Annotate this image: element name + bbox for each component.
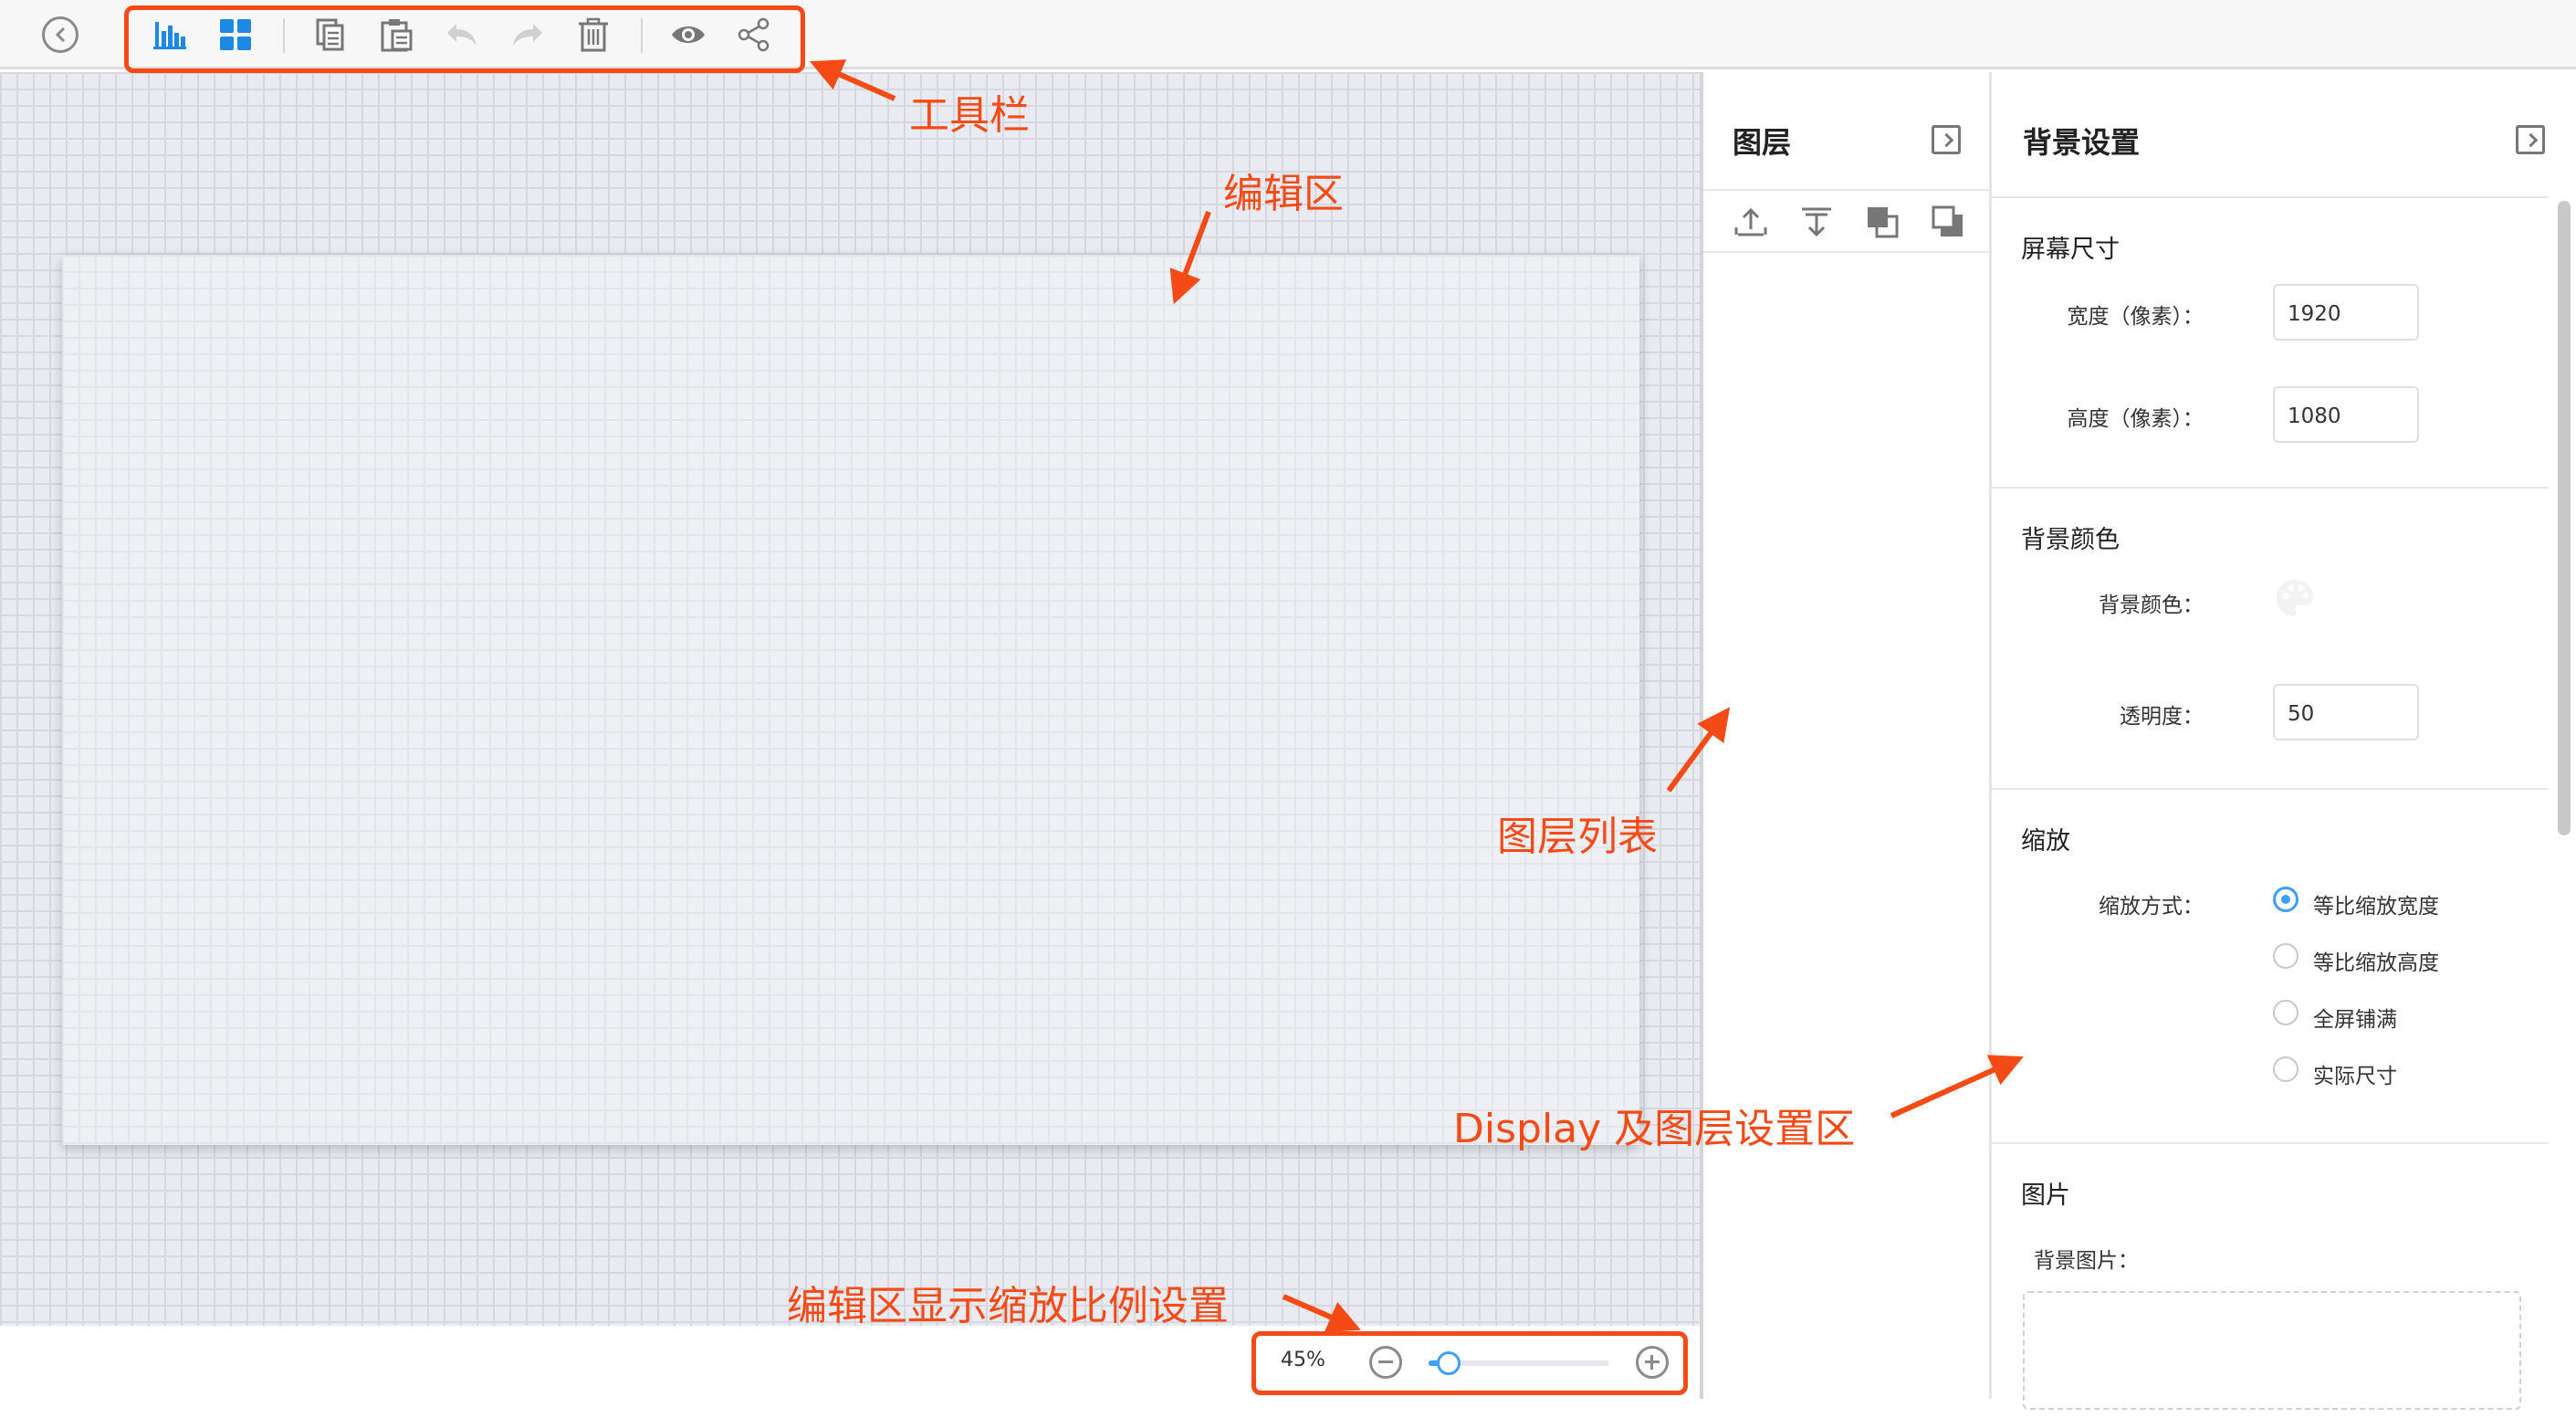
- radio-label: 全屏铺满: [2313, 1008, 2397, 1032]
- radio-fullscreen[interactable]: [2273, 1000, 2299, 1025]
- opacity-field[interactable]: 50: [2273, 684, 2419, 741]
- annotation-layer-list-label: 图层列表: [1497, 814, 1658, 860]
- section-title: 背景颜色: [2021, 526, 2120, 554]
- color-picker-icon[interactable]: [2273, 576, 2317, 620]
- annotation-zoom-setting-label: 编辑区显示缩放比例设置: [787, 1283, 1229, 1329]
- collapse-icon[interactable]: [1932, 125, 1961, 154]
- radio-actual-size[interactable]: [2273, 1056, 2299, 1082]
- radio-label: 等比缩放高度: [2313, 951, 2439, 975]
- annotation-editor-label: 编辑区: [1223, 171, 1344, 217]
- editor-area[interactable]: [0, 72, 1700, 1326]
- height-field[interactable]: 1080: [2273, 386, 2419, 443]
- radio-label: 实际尺寸: [2313, 1065, 2397, 1088]
- collapse-icon[interactable]: [2516, 125, 2545, 154]
- scale-mode-label: 缩放方式：: [2099, 895, 2204, 919]
- move-down-icon[interactable]: [1798, 204, 1835, 240]
- background-color-section: 背景颜色 背景颜色： 透明度： 50: [1992, 488, 2549, 790]
- background-image-label: 背景图片：: [2034, 1249, 2139, 1273]
- settings-scrollbar[interactable]: [2558, 201, 2571, 835]
- layers-panel-title: 图层: [1733, 125, 1792, 160]
- annotation-toolbar-label: 工具栏: [909, 92, 1030, 139]
- height-label: 高度（像素）：: [2067, 407, 2204, 431]
- radio-scale-height[interactable]: [2273, 943, 2299, 969]
- settings-panel: 背景设置 屏幕尺寸 宽度（像素）： 1920 高度（像素）： 1080 背景颜色…: [1992, 72, 2576, 1399]
- background-color-label: 背景颜色：: [2099, 593, 2204, 617]
- section-title: 图片: [2021, 1182, 2070, 1210]
- layers-panel: 图层: [1700, 72, 1992, 1399]
- opacity-label: 透明度：: [2120, 705, 2204, 729]
- annotation-display-area-label: Display 及图层设置区: [1453, 1106, 1856, 1152]
- scale-section: 缩放 缩放方式： 等比缩放宽度 等比缩放高度 全屏铺满 实际尺寸: [1992, 790, 2549, 1144]
- section-title: 缩放: [2021, 827, 2070, 856]
- move-up-icon[interactable]: [1733, 204, 1769, 240]
- back-icon[interactable]: [42, 16, 79, 53]
- annotation-toolbar-box: [124, 5, 805, 73]
- send-to-back-icon[interactable]: [1930, 204, 1966, 240]
- screen-size-section: 屏幕尺寸 宽度（像素）： 1920 高度（像素）： 1080: [1992, 196, 2549, 488]
- image-upload-area[interactable]: [2023, 1291, 2521, 1410]
- width-field[interactable]: 1920: [2273, 284, 2419, 341]
- bring-to-front-icon[interactable]: [1864, 204, 1901, 240]
- section-title: 屏幕尺寸: [2021, 236, 2120, 264]
- canvas-board[interactable]: [62, 255, 1639, 1145]
- radio-label: 等比缩放宽度: [2313, 895, 2439, 919]
- settings-panel-title: 背景设置: [2023, 125, 2141, 160]
- layer-tools: [1703, 189, 1989, 253]
- radio-scale-width[interactable]: [2273, 887, 2299, 912]
- annotation-zoom-box: [1251, 1331, 1688, 1395]
- width-label: 宽度（像素）：: [2067, 305, 2204, 329]
